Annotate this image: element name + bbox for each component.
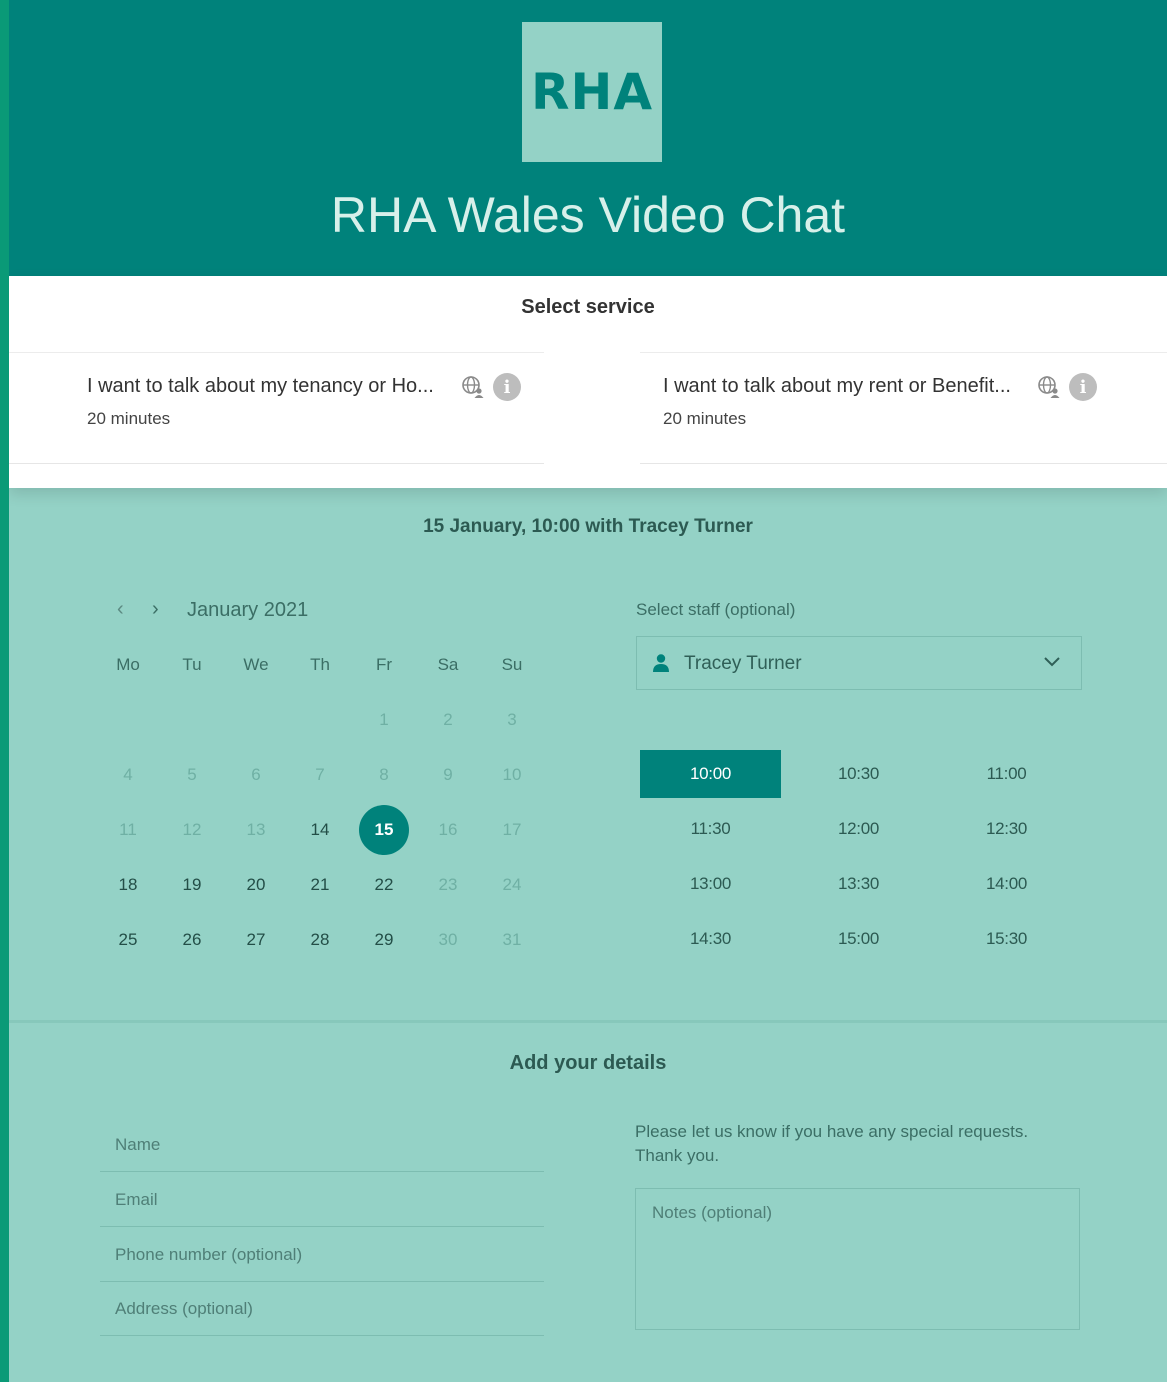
time-slot[interactable]: 13:30 (788, 860, 929, 908)
calendar-day[interactable]: 18 (102, 860, 154, 910)
calendar-day[interactable]: 22 (358, 860, 410, 910)
calendar-day[interactable]: 19 (166, 860, 218, 910)
calendar-month-label: January 2021 (187, 599, 309, 621)
calendar-day: 12 (182, 820, 202, 839)
calendar-day: 7 (315, 765, 325, 784)
weekday-label: Tu (182, 655, 202, 674)
globe-person-icon (1038, 376, 1060, 398)
calendar-day: 8 (379, 765, 389, 784)
service-heading: Select service (521, 296, 655, 318)
calendar-day: 13 (246, 820, 266, 839)
time-slot[interactable]: 11:30 (640, 805, 781, 853)
info-icon[interactable]: i (493, 373, 521, 401)
special-requests-text: Please let us know if you have any speci… (635, 1122, 1029, 1165)
calendar-day: 17 (502, 820, 522, 839)
service-card-tenancy[interactable]: I want to talk about my tenancy or Ho...… (9, 352, 544, 464)
section-divider (9, 1020, 1167, 1023)
calendar-day: 4 (123, 765, 133, 784)
notes-wrapper (635, 1188, 1080, 1330)
calendar-day: 16 (438, 820, 458, 839)
calendar-day: 23 (438, 875, 458, 894)
calendar-day[interactable]: 25 (102, 915, 154, 965)
calendar-day[interactable]: 20 (230, 860, 282, 910)
booking-page: RHA RHA Wales Video Chat Select service … (9, 0, 1167, 1382)
time-slot[interactable]: 13:00 (640, 860, 781, 908)
address-field[interactable] (100, 1282, 544, 1335)
calendar-day: 30 (438, 930, 458, 949)
weekday-label: Su (501, 655, 523, 674)
calendar-day[interactable]: 27 (230, 915, 282, 965)
staff-dropdown[interactable]: Tracey Turner (636, 636, 1082, 690)
calendar-day: 24 (502, 875, 522, 894)
staff-label: Select staff (optional) (636, 600, 796, 619)
address-field-wrapper (100, 1282, 544, 1336)
service-name: I want to talk about my rent or Benefit.… (663, 375, 1011, 397)
chevron-left-icon[interactable]: ‹ (117, 598, 124, 621)
info-icon[interactable]: i (1069, 373, 1097, 401)
person-icon (653, 654, 669, 672)
time-slot[interactable]: 11:00 (936, 750, 1077, 798)
time-slot[interactable]: 14:00 (936, 860, 1077, 908)
phone-field[interactable] (100, 1228, 544, 1281)
service-card-rent[interactable]: I want to talk about my rent or Benefit.… (640, 352, 1167, 464)
name-field-wrapper (100, 1118, 544, 1172)
service-name: I want to talk about my tenancy or Ho... (87, 375, 434, 397)
time-slot[interactable]: 14:30 (640, 915, 781, 963)
notes-field[interactable] (636, 1189, 1079, 1329)
details-heading: Add your details (509, 1052, 667, 1074)
page-title: RHA Wales Video Chat (330, 187, 846, 243)
calendar-day[interactable]: 21 (294, 860, 346, 910)
time-slot[interactable]: 15:00 (788, 915, 929, 963)
calendar-day: 1 (379, 710, 389, 729)
page-header: RHA RHA Wales Video Chat (9, 0, 1167, 276)
logo-text: RHA (530, 63, 654, 121)
calendar-day: 3 (507, 710, 517, 729)
weekday-label: We (243, 655, 269, 674)
weekday-label: Sa (437, 655, 459, 674)
time-slot-selected[interactable]: 10:00 (640, 750, 781, 798)
service-duration: 20 minutes (87, 409, 171, 428)
service-duration: 20 minutes (663, 409, 747, 428)
calendar-day-selected[interactable]: 15 (358, 805, 410, 855)
staff-value: Tracey Turner (684, 653, 802, 674)
name-field[interactable] (100, 1118, 544, 1171)
calendar-day[interactable]: 28 (294, 915, 346, 965)
chevron-right-icon[interactable]: › (152, 598, 159, 621)
calendar-day: 9 (443, 765, 453, 784)
calendar-day[interactable]: 14 (294, 805, 346, 855)
weekday-label: Mo (116, 655, 140, 674)
time-slot[interactable]: 12:00 (788, 805, 929, 853)
chevron-down-icon (1044, 657, 1060, 667)
booking-summary: 15 January, 10:00 with Tracey Turner (423, 516, 753, 537)
phone-field-wrapper (100, 1228, 544, 1282)
calendar-day: 2 (443, 710, 453, 729)
email-field-wrapper (100, 1173, 544, 1227)
calendar-day: 6 (251, 765, 261, 784)
weekday-label: Fr (375, 655, 393, 674)
service-panel: Select service I want to talk about my t… (9, 276, 1167, 488)
calendar-day[interactable]: 29 (358, 915, 410, 965)
calendar-day: 11 (119, 820, 137, 839)
calendar-day: 31 (502, 930, 522, 949)
rha-logo: RHA (522, 22, 662, 162)
weekday-label: Th (310, 655, 330, 674)
time-slot[interactable]: 10:30 (788, 750, 929, 798)
calendar-day[interactable]: 26 (166, 915, 218, 965)
time-slot[interactable]: 15:30 (936, 915, 1077, 963)
calendar-day: 10 (502, 765, 522, 784)
calendar-day: 5 (187, 765, 197, 784)
email-field[interactable] (100, 1173, 544, 1226)
time-slot[interactable]: 12:30 (936, 805, 1077, 853)
globe-person-icon (462, 376, 484, 398)
